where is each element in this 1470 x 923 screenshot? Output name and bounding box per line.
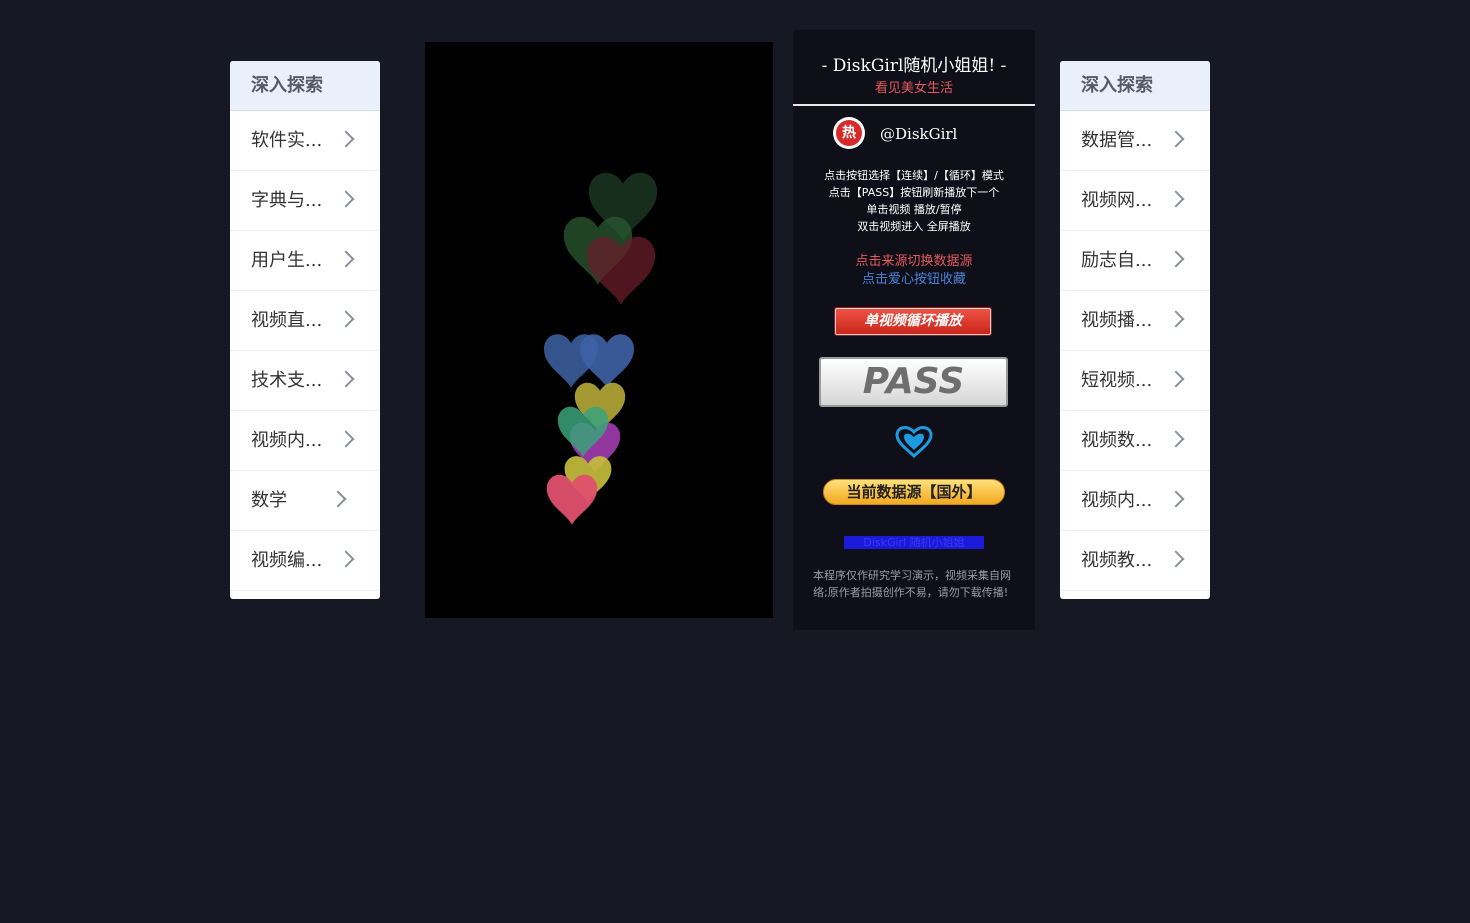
loop-mode-button[interactable]: 单视频循环播放 [834,307,992,336]
left-panel-item[interactable]: 数学 [230,471,380,531]
source-hint: 点击来源切换数据源 [855,254,973,269]
right-panel-item-label: 视频网... [1081,190,1153,211]
instructions: 点击按钮选择【连续】/【循环】模式 点击【PASS】按钮刷新播放下一个 单击视频… [793,167,1035,235]
chevron-right-icon [1167,490,1185,508]
video-player[interactable] [425,42,773,618]
left-panel-item-label: 数学 [251,490,287,511]
left-panel-header: 深入探索 [230,61,380,111]
instruction-line: 单击视频 播放/暂停 [866,203,962,216]
right-panel-item-label: 视频内... [1081,490,1153,511]
left-panel-item[interactable]: 视频内... [230,411,380,471]
right-panel-item-label: 励志自... [1081,250,1153,271]
page-subtitle: 看见美女生活 [874,81,953,96]
page: 深入探索 软件实... 字典与... 用户生... 视频直... 技术支... … [0,0,1470,923]
left-panel-item[interactable]: 字典与... [230,171,380,231]
footer-link[interactable]: DiskGirl 随机小姐姐 [844,536,984,549]
data-source-button[interactable]: 当前数据源【国外】 [823,479,1005,505]
right-panel-item[interactable]: 视频播... [1060,291,1210,351]
right-panel-item[interactable]: 视频内... [1060,471,1210,531]
right-panel-item[interactable]: 励志自... [1060,231,1210,291]
chevron-right-icon [1167,130,1185,148]
right-panel-item-label: 视频教... [1081,550,1153,571]
page-title: - DiskGirl随机小姐姐! - [821,56,1007,76]
chevron-right-icon [1167,310,1185,328]
instruction-line: 点击按钮选择【连续】/【循环】模式 [824,169,1004,182]
chevron-right-icon [337,370,355,388]
floating-hearts-icon [544,172,658,525]
chevron-right-icon [1167,250,1185,268]
left-panel-item-label: 技术支... [251,370,323,391]
left-panel-item-label: 视频编... [251,550,323,571]
instruction-line: 双击视频进入 全屏播放 [857,220,971,233]
avatar-badge: 热 [836,120,862,146]
right-panel-item[interactable]: 数据管... [1060,111,1210,171]
chevron-right-icon [337,310,355,328]
favorite-hint: 点击爱心按钮收藏 [861,272,966,287]
chevron-right-icon [337,430,355,448]
heart-blue [580,334,634,388]
info-panel: - DiskGirl随机小姐姐! - 看见美女生活 热 @DiskGirl 点击… [793,30,1035,630]
right-panel-item-label: 视频数... [1081,430,1153,451]
instruction-line: 点击【PASS】按钮刷新播放下一个 [828,186,1000,199]
heart-icon[interactable] [894,424,934,460]
left-panel-item-label: 字典与... [251,190,323,211]
divider [793,104,1035,106]
right-panel-item-label: 视频播... [1081,310,1153,331]
disclaimer-text: 本程序仅作研究学习演示，视频采集自网络;原作者拍摄创作不易，请勿下载传播! [813,569,1011,599]
chevron-right-icon [329,490,347,508]
left-panel-item-label: 视频直... [251,310,323,331]
pass-button[interactable]: PASS [819,357,1008,407]
left-panel-item[interactable]: 用户生... [230,231,380,291]
right-panel-item[interactable]: 视频教... [1060,531,1210,591]
left-panel-item[interactable]: 软件实... [230,111,380,171]
right-panel-item-label: 数据管... [1081,130,1153,151]
chevron-right-icon [337,550,355,568]
right-explore-panel: 深入探索 数据管... 视频网... 励志自... 视频播... 短视频... … [1060,61,1210,599]
left-panel-item-label: 视频内... [251,430,323,451]
chevron-right-icon [1167,190,1185,208]
right-panel-item[interactable]: 短视频... [1060,351,1210,411]
chevron-right-icon [1167,370,1185,388]
left-panel-item-label: 用户生... [251,250,323,271]
chevron-right-icon [1167,430,1185,448]
user-handle: @DiskGirl [880,125,958,143]
right-panel-item[interactable]: 视频数... [1060,411,1210,471]
chevron-right-icon [337,250,355,268]
left-panel-item[interactable]: 视频直... [230,291,380,351]
left-panel-item-label: 软件实... [251,130,323,151]
chevron-right-icon [337,190,355,208]
avatar[interactable]: 热 [833,117,865,149]
left-panel-item[interactable]: 视频编... [230,531,380,591]
left-panel-item[interactable]: 技术支... [230,351,380,411]
left-explore-panel: 深入探索 软件实... 字典与... 用户生... 视频直... 技术支... … [230,61,380,599]
chevron-right-icon [337,130,355,148]
right-panel-header: 深入探索 [1060,61,1210,111]
right-panel-item-label: 短视频... [1081,370,1153,391]
right-panel-item[interactable]: 视频网... [1060,171,1210,231]
chevron-right-icon [1167,550,1185,568]
